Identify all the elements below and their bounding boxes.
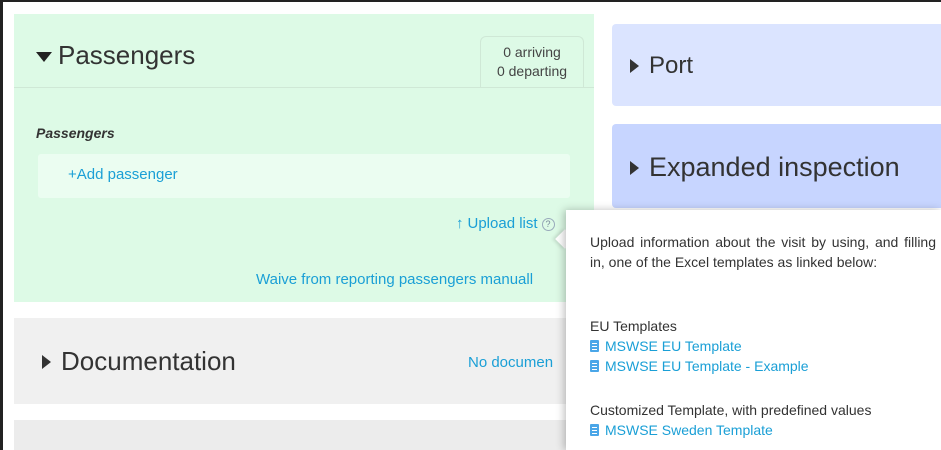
eu-template-example-link-label: MSWSE EU Template - Example bbox=[605, 358, 809, 374]
custom-template-heading: Customized Template, with predefined val… bbox=[590, 402, 872, 418]
passengers-title[interactable]: Passengers bbox=[36, 40, 195, 71]
waive-reporting-link[interactable]: Waive from reporting passengers manuall bbox=[256, 271, 533, 288]
port-title-text: Port bbox=[649, 52, 694, 79]
sweden-template-link[interactable]: MSWSE Sweden Template bbox=[590, 422, 773, 438]
caret-right-icon bbox=[630, 160, 639, 175]
eu-templates-heading: EU Templates bbox=[590, 318, 677, 334]
caret-right-icon bbox=[42, 354, 51, 369]
add-passenger-link[interactable]: +Add passenger bbox=[68, 166, 178, 183]
sweden-template-link-label: MSWSE Sweden Template bbox=[605, 422, 773, 438]
caret-right-icon bbox=[630, 59, 639, 73]
upload-arrow-icon: ↑ bbox=[456, 215, 464, 232]
passengers-header[interactable]: Passengers 0 arriving 0 departing bbox=[14, 14, 594, 88]
add-passenger-row: +Add passenger bbox=[38, 154, 570, 198]
port-panel[interactable]: Port bbox=[612, 24, 941, 106]
documentation-panel[interactable]: Documentation No documen bbox=[14, 318, 594, 404]
eu-template-example-link[interactable]: MSWSE EU Template - Example bbox=[590, 358, 809, 374]
tooltip-intro-text: Upload information about the visit by us… bbox=[590, 234, 936, 270]
header-divider bbox=[14, 87, 594, 88]
document-icon bbox=[590, 340, 599, 352]
documentation-title[interactable]: Documentation bbox=[42, 346, 236, 377]
upload-list-label: Upload list bbox=[467, 215, 538, 232]
caret-down-icon bbox=[36, 51, 52, 62]
departing-count: 0 departing bbox=[496, 63, 568, 79]
document-icon bbox=[590, 424, 599, 436]
documentation-status: No documen bbox=[468, 354, 554, 371]
eu-template-link-label: MSWSE EU Template bbox=[605, 338, 742, 354]
eu-template-link[interactable]: MSWSE EU Template bbox=[590, 338, 742, 354]
passenger-counts-badge: 0 arriving 0 departing bbox=[480, 36, 584, 88]
port-title[interactable]: Port bbox=[630, 52, 693, 80]
help-icon[interactable]: ? bbox=[541, 218, 555, 231]
upload-help-tooltip: Upload information about the visit by us… bbox=[566, 210, 941, 450]
expanded-inspection-title[interactable]: Expanded inspection bbox=[630, 152, 900, 183]
next-panel bbox=[14, 420, 594, 450]
upload-list-link[interactable]: ↑ Upload list? bbox=[456, 215, 555, 232]
expanded-inspection-panel[interactable]: Expanded inspection bbox=[612, 124, 941, 208]
documentation-title-text: Documentation bbox=[61, 346, 236, 376]
passengers-section-label: Passengers bbox=[36, 125, 115, 141]
passengers-title-text: Passengers bbox=[58, 40, 196, 70]
document-icon bbox=[590, 360, 599, 372]
passengers-panel: Passengers 0 arriving 0 departing Passen… bbox=[14, 14, 594, 302]
expanded-inspection-title-text: Expanded inspection bbox=[649, 152, 900, 182]
arriving-count: 0 arriving bbox=[503, 44, 561, 60]
